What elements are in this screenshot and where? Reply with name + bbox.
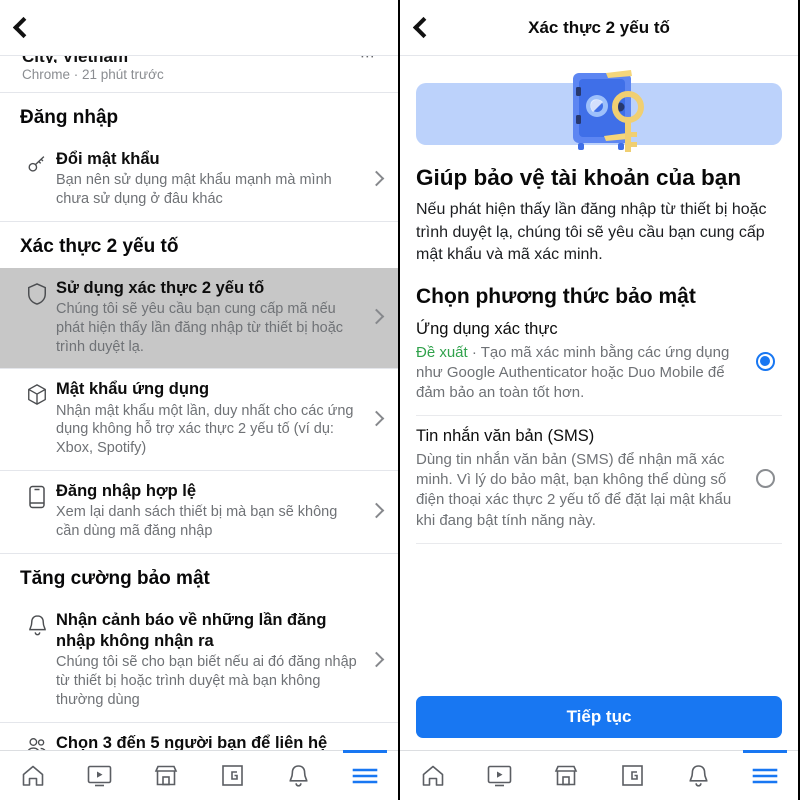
watch-video-icon [86, 763, 113, 789]
overflow-dots-icon[interactable]: ⋯ [360, 56, 376, 65]
nav-gaming[interactable] [599, 751, 665, 800]
shield-icon [18, 278, 56, 306]
marketplace-icon [153, 763, 179, 788]
option-sms[interactable]: Tin nhắn văn bản (SMS) Dùng tin nhắn văn… [416, 416, 782, 542]
chevron-left-icon [12, 16, 34, 39]
marketplace-icon [553, 763, 579, 788]
home-icon [420, 763, 446, 789]
section-header-tang-cuong-bao-mat: Tăng cường bảo mật [20, 567, 210, 589]
people-icon [18, 733, 56, 750]
chevron-left-icon [412, 16, 434, 39]
list-item-desc: Xem lại danh sách thiết bị mà bạn sẽ khô… [56, 504, 338, 540]
radio-selected-icon [755, 351, 775, 371]
list-item-chon-nguoi-ban-lien-he[interactable]: Chọn 3 đến 5 người bạn để liên hệ nếu bạ… [0, 723, 398, 750]
nav-menu[interactable] [332, 751, 398, 800]
badge-separator: · [467, 343, 481, 361]
list-item-doi-mat-khau[interactable]: Đổi mật khẩu Bạn nên sử dụng mật khẩu mạ… [0, 139, 398, 221]
bell-notifications-icon [687, 763, 710, 788]
right-bottom-nav [400, 750, 798, 800]
left-bottom-nav [0, 750, 398, 800]
radio-sms[interactable] [748, 469, 782, 489]
nav-menu[interactable] [732, 751, 798, 800]
home-icon [20, 763, 46, 789]
gaming-icon [620, 763, 645, 788]
paragraph-description: Nếu phát hiện thấy lần đăng nhập từ thiế… [416, 201, 767, 264]
list-item-title: Đổi mật khẩu [56, 150, 160, 168]
nav-gaming[interactable] [199, 751, 265, 800]
radio-unselected-icon [755, 469, 775, 489]
page-title: Xác thực 2 yếu tố [528, 17, 670, 37]
hero-illustration [416, 70, 782, 152]
nav-marketplace[interactable] [533, 751, 599, 800]
section-header-xac-thuc-2-yeu-to: Xác thực 2 yếu tố [20, 235, 179, 257]
nav-watch[interactable] [466, 751, 532, 800]
right-screen-two-factor-setup: Xác thực 2 yếu tố Giúp bảo vệ tài khoản … [400, 0, 798, 800]
option-title: Tin nhắn văn bản (SMS) [416, 427, 595, 446]
list-item-dang-nhap-hop-le[interactable]: Đăng nhập hợp lệ Xem lại danh sách thiết… [0, 471, 398, 553]
list-item-title: Đăng nhập hợp lệ [56, 482, 197, 501]
list-item-mat-khau-ung-dung[interactable]: Mật khẩu ứng dụng Nhận mật khẩu một lần,… [0, 369, 398, 470]
list-item-title: Mật khẩu ứng dụng [56, 380, 210, 399]
right-top-bar: Xác thực 2 yếu tố [400, 0, 798, 56]
list-item-desc: Chúng tôi sẽ cho bạn biết nếu ai đó đăng… [56, 654, 357, 708]
left-scroll-body[interactable]: City, Vietnam Chrome · 21 phút trước ⋯ Đ… [0, 56, 398, 750]
safe-vault-with-key-illustration [559, 69, 651, 155]
back-button[interactable] [400, 16, 446, 39]
list-item-title: Sử dụng xác thực 2 yếu tố [56, 278, 265, 297]
bell-notifications-icon [287, 763, 310, 788]
section-header-dang-nhap: Đăng nhập [20, 107, 119, 128]
list-item-nhan-canh-bao[interactable]: Nhận cảnh báo về những lần đăng nhập khô… [0, 600, 398, 722]
key-icon [18, 149, 56, 175]
list-item-su-dung-xac-thuc-2-yeu-to[interactable]: Sử dụng xác thực 2 yếu tố Chúng tôi sẽ y… [0, 267, 398, 369]
recommended-badge: Đề xuất [416, 343, 468, 361]
nav-notifications[interactable] [265, 751, 331, 800]
continue-button[interactable]: Tiếp tục [416, 696, 782, 738]
watch-video-icon [486, 763, 513, 789]
device-meta: Chrome · 21 phút trước [22, 67, 164, 82]
list-item-desc: Nhận mật khẩu một lần, duy nhất cho các … [56, 402, 354, 457]
dual-screenshot-frame: City, Vietnam Chrome · 21 phút trước ⋯ Đ… [0, 0, 800, 800]
back-button[interactable] [0, 16, 46, 39]
list-item-desc: Bạn nên sử dụng mật khẩu mạnh mà mình ch… [56, 172, 332, 207]
option-divider [416, 542, 782, 544]
option-desc: Đề xuất · Tạo mã xác minh bằng các ứng d… [416, 343, 736, 404]
bell-icon [18, 610, 56, 637]
subheading-choose-method: Chọn phương thức bảo mật [416, 285, 696, 309]
gaming-icon [220, 763, 245, 788]
nav-watch[interactable] [66, 751, 132, 800]
list-item-desc: Chúng tôi sẽ yêu cầu bạn cung cấp mã nếu… [56, 300, 344, 355]
radio-authenticator-app[interactable] [748, 351, 782, 371]
heading-protect-account: Giúp bảo vệ tài khoản của bạn [416, 165, 742, 190]
left-top-bar [0, 0, 398, 56]
option-desc: Dùng tin nhắn văn bản (SMS) để nhận mã x… [416, 450, 732, 529]
nav-notifications[interactable] [665, 751, 731, 800]
phone-icon [18, 481, 56, 509]
nav-home[interactable] [400, 751, 466, 800]
cta-container: Tiếp tục [400, 696, 798, 750]
left-screen-security-settings: City, Vietnam Chrome · 21 phút trước ⋯ Đ… [0, 0, 400, 800]
device-session-row[interactable]: City, Vietnam Chrome · 21 phút trước ⋯ [0, 56, 398, 92]
device-location: City, Vietnam [22, 56, 380, 63]
menu-hamburger-icon [752, 766, 778, 786]
list-item-title: Nhận cảnh báo về những lần đăng nhập khô… [56, 610, 327, 650]
nav-home[interactable] [0, 751, 66, 800]
menu-hamburger-icon [352, 766, 378, 786]
cube-icon [18, 379, 56, 406]
nav-marketplace[interactable] [133, 751, 199, 800]
list-item-title: Chọn 3 đến 5 người bạn để liên hệ nếu bạ… [56, 733, 328, 750]
right-panel-content: Giúp bảo vệ tài khoản của bạn Nếu phát h… [400, 154, 798, 544]
option-title: Ứng dụng xác thực [416, 320, 558, 339]
option-authenticator-app[interactable]: Ứng dụng xác thực Đề xuất · Tạo mã xác m… [416, 309, 782, 415]
